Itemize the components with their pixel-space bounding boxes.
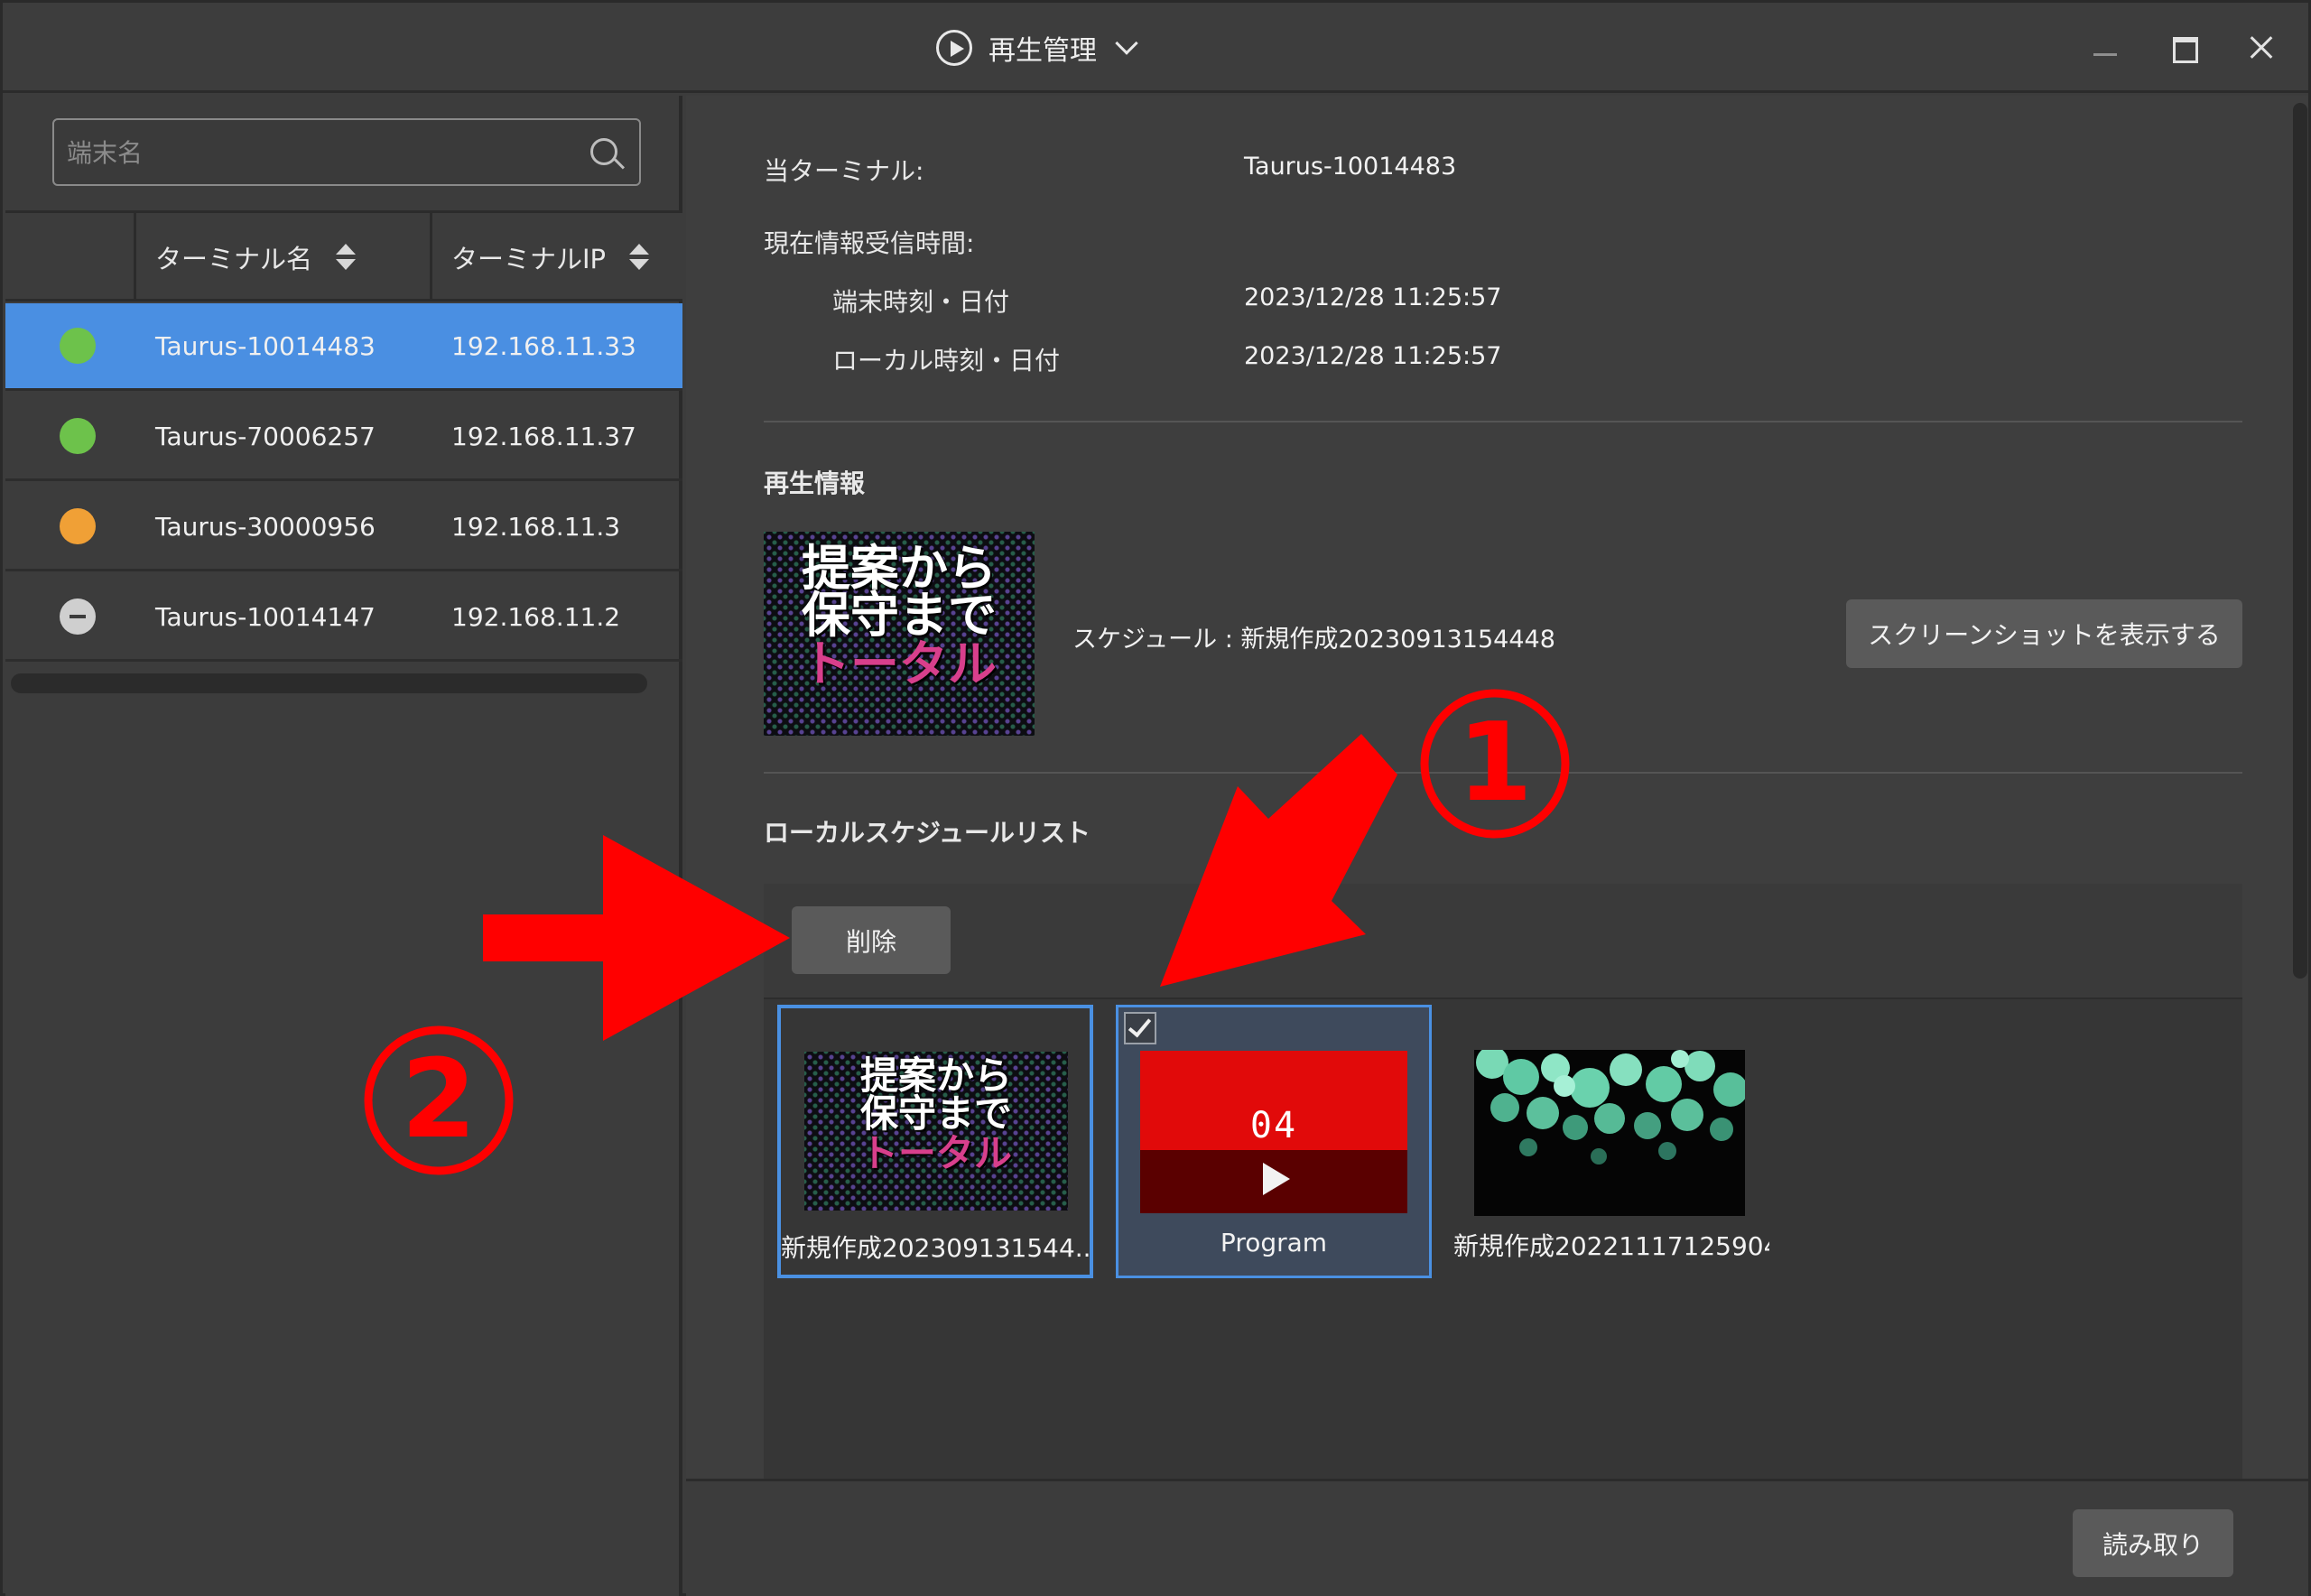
arrow-icon [1160,734,1397,987]
tutorial-annotations [364,689,1570,1175]
arrow-icon [483,835,790,1041]
app-window: 再生管理 ターミナル名 ターミナルIP Taurus-10014483 [0,0,2311,1596]
